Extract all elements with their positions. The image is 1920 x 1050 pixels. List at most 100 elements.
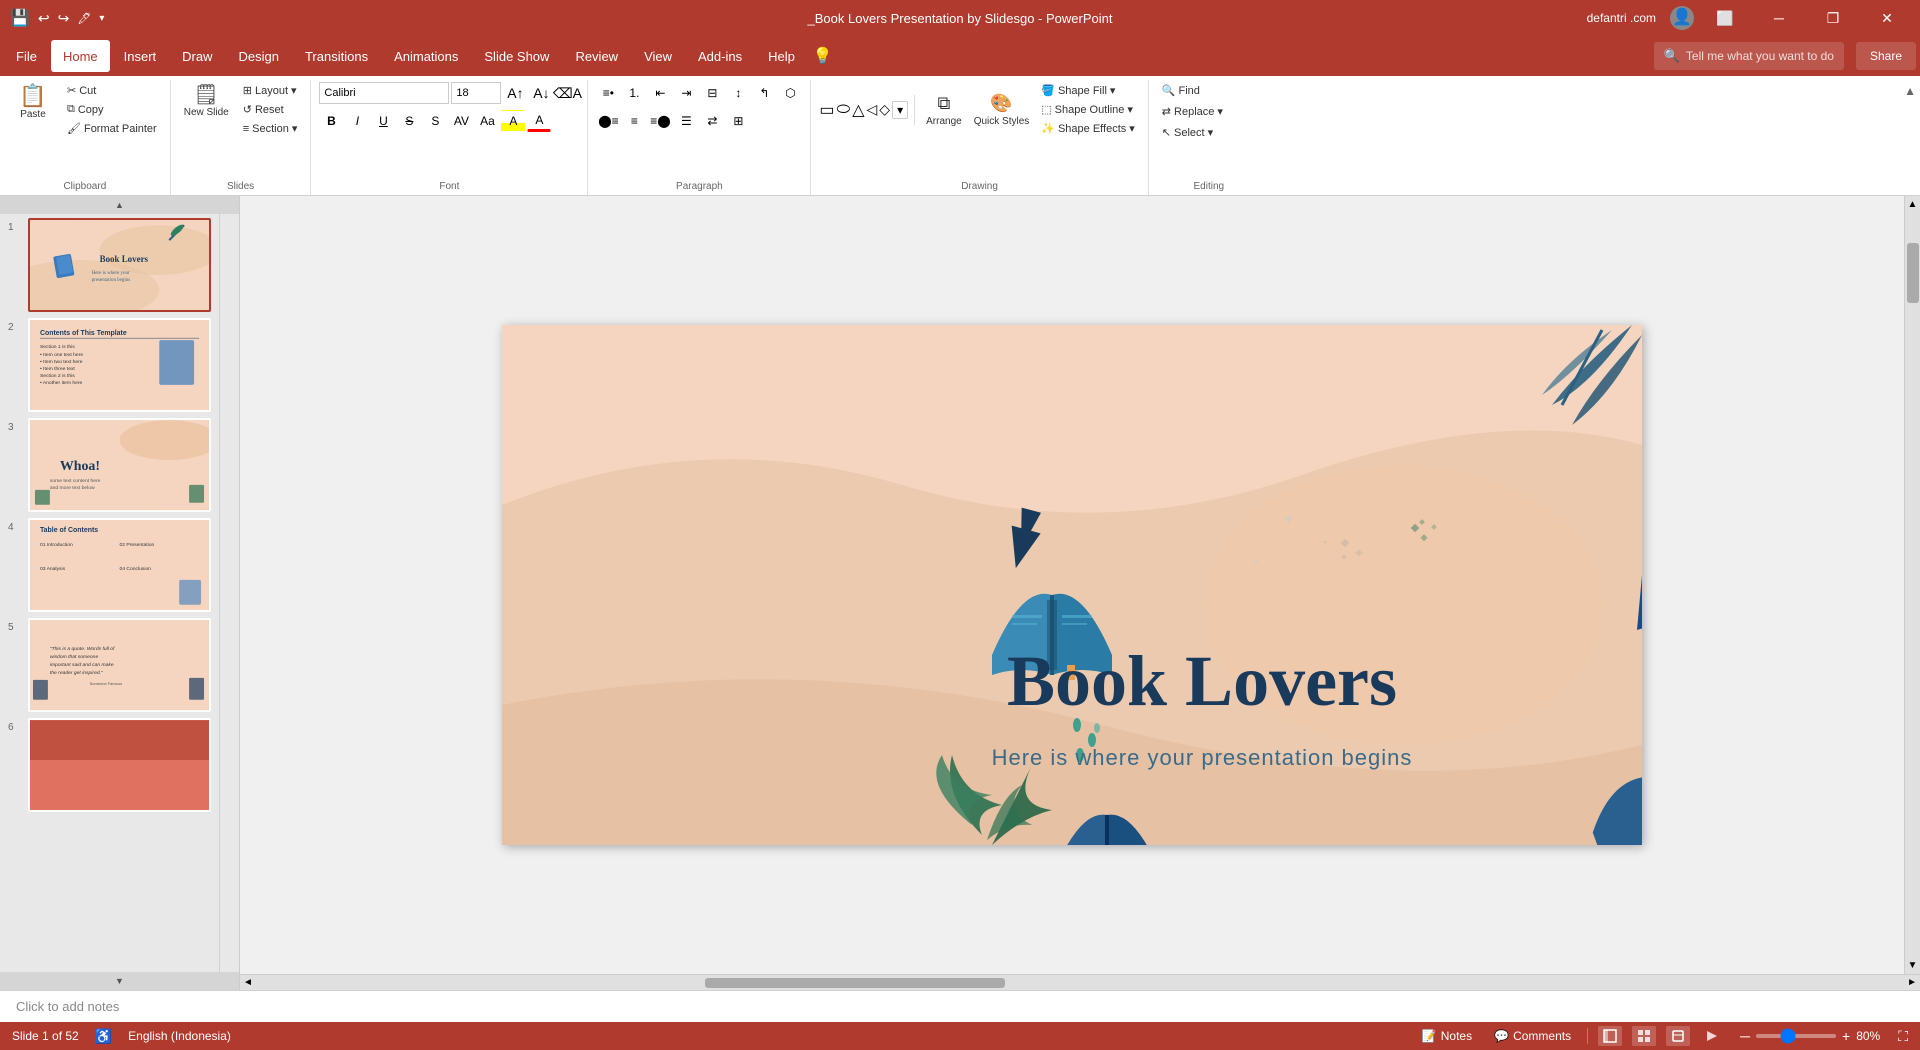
align-right-button[interactable]: ≡⬤: [648, 110, 672, 132]
menu-animations[interactable]: Animations: [382, 40, 470, 72]
strikethrough-button[interactable]: S: [397, 110, 421, 132]
menu-design[interactable]: Design: [227, 40, 291, 72]
user-avatar[interactable]: 👤: [1670, 6, 1694, 30]
undo-icon[interactable]: ↩: [38, 10, 50, 27]
shape-outline-button[interactable]: ⬚ Shape Outline ▾: [1036, 101, 1140, 118]
minimize-icon[interactable]: ─: [1756, 0, 1802, 36]
shape-diamond-icon[interactable]: ◇: [879, 101, 890, 118]
maximize-icon[interactable]: ❐: [1810, 0, 1856, 36]
zoom-out-icon[interactable]: ─: [1740, 1028, 1750, 1044]
slide-canvas[interactable]: Book Lovers Here is where your presentat…: [502, 325, 1642, 845]
menu-review[interactable]: Review: [563, 40, 630, 72]
slide-item-4[interactable]: 4 Table of Contents 01 Introduction 02 P…: [8, 518, 211, 612]
share-button[interactable]: Share: [1856, 42, 1916, 70]
smartart-button[interactable]: ⬡: [778, 82, 802, 104]
hscroll-left-arrow[interactable]: ◄: [240, 974, 256, 990]
decrease-font-button[interactable]: A↓: [529, 82, 553, 104]
justify-button[interactable]: ☰: [674, 110, 698, 132]
menu-help[interactable]: Help: [756, 40, 807, 72]
horizontal-scrollbar[interactable]: ◄ ►: [240, 974, 1920, 990]
slide-item-6[interactable]: 6: [8, 718, 211, 812]
scroll-up-arrow[interactable]: ▲: [1905, 196, 1920, 213]
hscrollbar-thumb[interactable]: [705, 978, 1005, 988]
font-color-button[interactable]: A: [527, 110, 551, 132]
line-spacing-button[interactable]: ↕: [726, 82, 750, 104]
hscroll-right-arrow[interactable]: ►: [1904, 974, 1920, 990]
shadow-button[interactable]: S: [423, 110, 447, 132]
collapse-ribbon-button[interactable]: ▲: [1900, 80, 1920, 195]
replace-button[interactable]: ⇄ Replace ▾: [1157, 103, 1228, 120]
menu-slideshow[interactable]: Slide Show: [472, 40, 561, 72]
clear-format-button[interactable]: ⌫A: [555, 82, 579, 104]
paste-button[interactable]: 📋 Paste: [8, 82, 58, 123]
convert-to-smartart-button[interactable]: ⊞: [726, 110, 750, 132]
new-slide-button[interactable]: 🗒 New Slide: [179, 82, 234, 121]
fit-to-window-icon[interactable]: ⛶: [1898, 1028, 1908, 1045]
bold-button[interactable]: B: [319, 110, 343, 132]
reading-view-button[interactable]: [1666, 1026, 1690, 1046]
slideshow-button[interactable]: [1700, 1026, 1724, 1046]
vertical-scrollbar[interactable]: ▲ ▼: [1904, 196, 1920, 974]
scroll-up-button[interactable]: ▲: [0, 196, 239, 214]
underline-button[interactable]: U: [371, 110, 395, 132]
shape-oval-icon[interactable]: ⬭: [837, 101, 851, 119]
zoom-level[interactable]: 80%: [1856, 1029, 1888, 1043]
select-button[interactable]: ↖ Select ▾: [1157, 124, 1218, 141]
comments-button[interactable]: 💬 Comments: [1488, 1027, 1577, 1045]
direction-button[interactable]: ↰: [752, 82, 776, 104]
copy-button[interactable]: ⧉ Copy: [62, 101, 162, 118]
notes-bar[interactable]: Click to add notes: [0, 990, 1920, 1022]
numbering-button[interactable]: 1.: [622, 82, 646, 104]
slide-item-1[interactable]: 1 Book Lovers: [8, 218, 211, 312]
dropdown-icon[interactable]: ▾: [99, 13, 104, 24]
close-icon[interactable]: ✕: [1864, 0, 1910, 36]
scroll-down-button[interactable]: ▼: [0, 972, 239, 990]
text-highlight-button[interactable]: A: [501, 110, 525, 132]
shapes-more-button[interactable]: ▾: [892, 101, 908, 119]
shape-triangle-icon[interactable]: △: [852, 100, 864, 120]
notes-button[interactable]: 📝 Notes: [1416, 1027, 1478, 1045]
menu-view[interactable]: View: [632, 40, 684, 72]
font-size-input[interactable]: [451, 82, 501, 104]
customize-icon[interactable]: 🖊: [77, 12, 91, 25]
restore-down-icon[interactable]: ⬜: [1702, 0, 1748, 36]
italic-button[interactable]: I: [345, 110, 369, 132]
search-box[interactable]: 🔍 Tell me what you want to do: [1654, 42, 1844, 70]
menu-transitions[interactable]: Transitions: [293, 40, 380, 72]
change-case-button[interactable]: Aa: [475, 110, 499, 132]
increase-indent-button[interactable]: ⇥: [674, 82, 698, 104]
align-center-button[interactable]: ≡: [622, 110, 646, 132]
slide-item-5[interactable]: 5 "This is a quote. Words full of wisdom…: [8, 618, 211, 712]
cut-button[interactable]: ✂ Cut: [62, 82, 162, 99]
save-icon[interactable]: 💾: [10, 8, 30, 28]
slide-item-2[interactable]: 2 Contents of This Template Section 1 is…: [8, 318, 211, 412]
menu-insert[interactable]: Insert: [112, 40, 169, 72]
shape-fill-button[interactable]: 🪣 Shape Fill ▾: [1036, 82, 1140, 99]
bullets-button[interactable]: ≡•: [596, 82, 620, 104]
font-name-input[interactable]: [319, 82, 449, 104]
accessibility-icon[interactable]: ♿: [95, 1028, 112, 1045]
normal-view-button[interactable]: [1598, 1026, 1622, 1046]
reset-button[interactable]: ↺ Reset: [238, 101, 303, 118]
slide-sorter-button[interactable]: [1632, 1026, 1656, 1046]
columns-button[interactable]: ⊟: [700, 82, 724, 104]
format-painter-button[interactable]: 🖌 Format Painter: [62, 120, 162, 137]
layout-button[interactable]: ⊞ Layout ▾: [238, 82, 303, 99]
zoom-in-icon[interactable]: +: [1842, 1028, 1850, 1044]
decrease-indent-button[interactable]: ⇤: [648, 82, 672, 104]
scroll-down-arrow[interactable]: ▼: [1905, 957, 1920, 974]
shape-effects-button[interactable]: ✨ Shape Effects ▾: [1036, 120, 1140, 137]
menu-draw[interactable]: Draw: [170, 40, 224, 72]
char-spacing-button[interactable]: AV: [449, 110, 473, 132]
increase-font-button[interactable]: A↑: [503, 82, 527, 104]
shape-rect-icon[interactable]: ▭: [819, 100, 834, 120]
scrollbar-thumb[interactable]: [1907, 243, 1919, 303]
arrange-button[interactable]: ⧉ Arrange: [921, 90, 967, 130]
section-button[interactable]: ≡ Section ▾: [238, 120, 303, 137]
slide-display-area[interactable]: Book Lovers Here is where your presentat…: [240, 196, 1904, 974]
slide-item-3[interactable]: 3 Whoa! some text content here and more …: [8, 418, 211, 512]
redo-icon[interactable]: ↪: [58, 10, 70, 27]
align-left-button[interactable]: ⬤≡: [596, 110, 620, 132]
quick-styles-button[interactable]: 🎨 Quick Styles: [969, 90, 1035, 130]
menu-addins[interactable]: Add-ins: [686, 40, 754, 72]
